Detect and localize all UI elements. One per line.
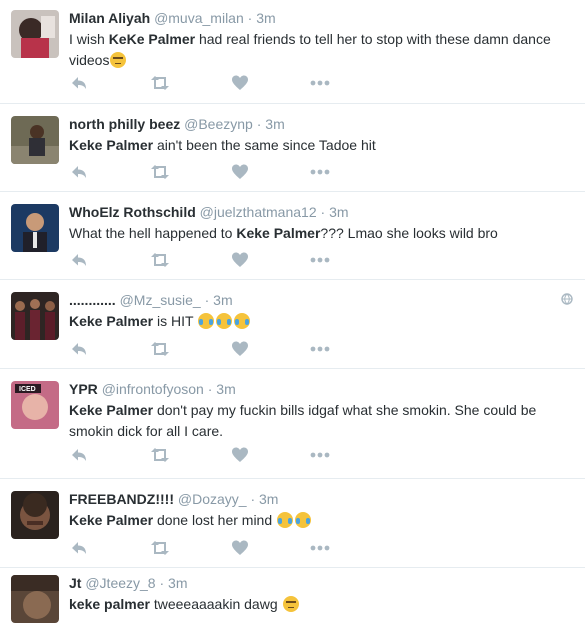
username[interactable]: @Beezynp [184, 116, 253, 132]
highlighted-term: Keke Palmer [69, 512, 154, 528]
tears-of-joy-icon [234, 313, 251, 329]
display-name[interactable]: north philly beez [69, 116, 180, 132]
more-icon[interactable] [309, 446, 330, 464]
like-icon[interactable] [231, 163, 251, 181]
separator: · [159, 575, 165, 591]
avatar[interactable] [11, 292, 59, 340]
tweet-header: Milan Aliyah @muva_milan · 3m [69, 9, 575, 27]
loudly-crying-face-icon [277, 512, 294, 528]
separator: · [207, 381, 213, 397]
retweet-icon[interactable] [149, 340, 169, 358]
more-icon[interactable] [309, 163, 330, 181]
username[interactable]: @infrontofyoson [102, 381, 204, 397]
tweet-header: north philly beez @Beezynp · 3m [69, 115, 575, 133]
retweet-icon[interactable] [149, 251, 169, 269]
username[interactable]: @Jteezy_8 [85, 575, 155, 591]
highlighted-term: Keke Palmer [69, 402, 154, 418]
tears-of-joy-icon [198, 313, 215, 329]
tweet-header: ............ @Mz_susie_ · 3m [69, 291, 575, 309]
retweet-icon[interactable] [149, 446, 169, 464]
reply-icon[interactable] [69, 251, 89, 269]
tweet-text: Keke Palmer ain't been the same since Ta… [69, 137, 376, 153]
tweet-header: YPR @infrontofyoson · 3m [69, 380, 575, 398]
avatar[interactable] [11, 116, 59, 164]
tweet-header: FREEBANDZ!!!! @Dozayy_ · 3m [69, 490, 575, 508]
timestamp[interactable]: 3m [216, 381, 235, 397]
like-icon[interactable] [231, 251, 251, 269]
username[interactable]: @muva_milan [154, 10, 244, 26]
reply-icon[interactable] [69, 74, 89, 92]
tweet-header: WhoElz Rothschild @juelzthatmana12 · 3m [69, 203, 575, 221]
separator: · [247, 10, 253, 26]
username[interactable]: @Dozayy_ [178, 491, 247, 507]
avatar[interactable] [11, 575, 59, 623]
separator: · [204, 292, 210, 308]
display-name[interactable]: WhoElz Rothschild [69, 204, 196, 220]
more-icon[interactable] [309, 340, 330, 358]
tweet-text: Keke Palmer is HIT [69, 311, 575, 332]
svg-text:ICED: ICED [19, 386, 36, 393]
avatar[interactable] [11, 10, 59, 58]
tweet-feed: Milan Aliyah @muva_milan · 3m I wish KeK… [0, 0, 585, 623]
more-icon[interactable] [309, 539, 330, 557]
tweet-text: Keke Palmer don't pay my fuckin bills id… [69, 402, 537, 439]
username[interactable]: @Mz_susie_ [120, 292, 201, 308]
display-name[interactable]: Jt [69, 575, 81, 591]
display-name[interactable]: ............ [69, 292, 116, 308]
separator: · [320, 204, 326, 220]
separator: · [250, 491, 256, 507]
retweet-icon[interactable] [149, 539, 169, 557]
tweet-text: I wish KeKe Palmer had real friends to t… [69, 31, 551, 68]
tweet[interactable]: Milan Aliyah @muva_milan · 3m I wish KeK… [0, 0, 585, 104]
tweet-text: What the hell happened to Keke Palmer???… [69, 225, 498, 241]
like-icon[interactable] [231, 539, 251, 557]
tweet[interactable]: north philly beez @Beezynp · 3m Keke Pal… [0, 104, 585, 192]
display-name[interactable]: FREEBANDZ!!!! [69, 491, 174, 507]
reply-icon[interactable] [69, 539, 89, 557]
timestamp[interactable]: 3m [256, 10, 275, 26]
highlighted-term: Keke Palmer [69, 313, 154, 329]
tweet[interactable]: Jt @Jteezy_8 · 3m keke palmer tweeeaaaak… [0, 568, 585, 623]
timestamp[interactable]: 3m [259, 491, 278, 507]
highlighted-term: KeKe Palmer [108, 31, 196, 47]
highlighted-term: Keke Palmer [236, 225, 321, 241]
tweet-text: keke palmer tweeeaaaakin dawg [69, 594, 575, 615]
avatar[interactable]: ICED [11, 381, 59, 429]
display-name[interactable]: Milan Aliyah [69, 10, 150, 26]
separator: · [256, 116, 262, 132]
avatar[interactable] [11, 491, 59, 539]
tweet-text: Keke Palmer done lost her mind [69, 510, 575, 531]
unamused-face-icon [110, 52, 127, 68]
reply-icon[interactable] [69, 163, 89, 181]
timestamp[interactable]: 3m [265, 116, 284, 132]
reply-icon[interactable] [69, 446, 89, 464]
retweet-icon[interactable] [149, 74, 169, 92]
highlighted-term: keke palmer [69, 596, 150, 612]
tears-of-joy-icon [216, 313, 233, 329]
timestamp[interactable]: 3m [329, 204, 348, 220]
display-name[interactable]: YPR [69, 381, 98, 397]
tweet[interactable]: FREEBANDZ!!!! @Dozayy_ · 3m Keke Palmer … [0, 479, 585, 568]
tweet[interactable]: ............ @Mz_susie_ · 3m Keke Palmer… [0, 280, 585, 369]
tweet-header: Jt @Jteezy_8 · 3m [69, 574, 575, 592]
like-icon[interactable] [231, 74, 251, 92]
more-icon[interactable] [309, 251, 330, 269]
timestamp[interactable]: 3m [213, 292, 232, 308]
highlighted-term: Keke Palmer [69, 137, 154, 153]
grimacing-face-icon [282, 596, 299, 612]
username[interactable]: @juelzthatmana12 [200, 204, 317, 220]
tweet[interactable]: WhoElz Rothschild @juelzthatmana12 · 3m … [0, 192, 585, 280]
timestamp[interactable]: 3m [168, 575, 187, 591]
tweet[interactable]: ICED YPR @infrontofyoson · 3m Keke Palme… [0, 369, 585, 479]
like-icon[interactable] [231, 340, 251, 358]
reply-icon[interactable] [69, 340, 89, 358]
loudly-crying-face-icon [295, 512, 312, 528]
like-icon[interactable] [231, 446, 251, 464]
avatar[interactable] [11, 204, 59, 252]
retweet-icon[interactable] [149, 163, 169, 181]
more-icon[interactable] [309, 74, 330, 92]
